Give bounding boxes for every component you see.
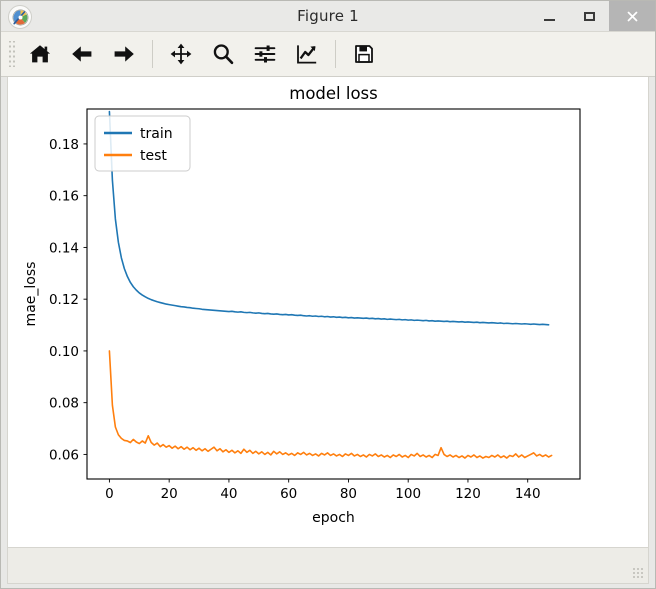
toolbar-drag-handle[interactable] bbox=[7, 41, 16, 67]
axis-editor-button[interactable] bbox=[286, 34, 328, 74]
matplotlib-logo-icon bbox=[8, 5, 32, 29]
y-tick-label: 0.10 bbox=[49, 344, 79, 360]
x-tick-label: 20 bbox=[161, 486, 178, 502]
navigation-toolbar bbox=[1, 31, 655, 77]
window-titlebar: Figure 1 bbox=[1, 1, 655, 31]
arrow-left-icon bbox=[72, 46, 92, 62]
model-loss-chart: 0 20 40 60 80 100 120 140 0.06 0.08 0.10 0.12 0.14 0.… bbox=[8, 77, 648, 547]
x-tick-label: 140 bbox=[515, 486, 541, 502]
x-tick-label: 40 bbox=[220, 486, 237, 502]
legend-label-train: train bbox=[140, 126, 173, 142]
back-button[interactable] bbox=[61, 34, 103, 74]
minimize-icon bbox=[543, 18, 555, 21]
x-tick-label: 100 bbox=[395, 486, 421, 502]
minimize-button[interactable] bbox=[529, 1, 569, 31]
magnifier-icon bbox=[213, 44, 234, 65]
toolbar-separator-2 bbox=[335, 40, 336, 68]
maximize-icon bbox=[583, 11, 595, 21]
chart-legend: train test bbox=[94, 115, 191, 172]
y-tick-label: 0.08 bbox=[49, 396, 79, 412]
maximize-button[interactable] bbox=[569, 1, 609, 31]
x-tick-label: 80 bbox=[340, 486, 357, 502]
save-button[interactable] bbox=[343, 34, 385, 74]
floppy-disk-icon bbox=[355, 45, 373, 63]
figure-window: Figure 1 0 20 40 60 80 100 120 140 0.06 … bbox=[0, 0, 656, 589]
line-chart-icon bbox=[297, 45, 317, 64]
y-tick-label: 0.14 bbox=[49, 240, 79, 256]
subplots-button[interactable] bbox=[244, 34, 286, 74]
y-axis-label: mae_loss bbox=[23, 262, 39, 327]
window-controls bbox=[529, 1, 655, 31]
sliders-icon bbox=[254, 45, 276, 63]
legend-label-test: test bbox=[140, 148, 167, 164]
move-arrows-icon bbox=[170, 43, 192, 65]
x-tick-label: 0 bbox=[105, 486, 114, 502]
y-tick-label: 0.18 bbox=[49, 137, 79, 153]
home-button[interactable] bbox=[19, 34, 61, 74]
home-icon bbox=[29, 45, 51, 63]
pan-button[interactable] bbox=[160, 34, 202, 74]
toolbar-separator-1 bbox=[152, 40, 153, 68]
y-tick-label: 0.16 bbox=[49, 189, 79, 205]
arrow-right-icon bbox=[114, 46, 134, 62]
resize-grip[interactable] bbox=[632, 567, 645, 580]
forward-button[interactable] bbox=[103, 34, 145, 74]
x-tick-label: 60 bbox=[280, 486, 297, 502]
chart-title: model loss bbox=[289, 84, 378, 103]
y-tick-label: 0.06 bbox=[49, 447, 79, 463]
figure-canvas-area[interactable]: 0 20 40 60 80 100 120 140 0.06 0.08 0.10 0.12 0.14 0.… bbox=[7, 77, 649, 548]
y-tick-label: 0.12 bbox=[49, 292, 79, 308]
x-axis-label: epoch bbox=[312, 510, 355, 526]
x-tick-label: 120 bbox=[455, 486, 481, 502]
status-bar bbox=[7, 548, 649, 584]
close-button[interactable] bbox=[609, 1, 655, 31]
close-icon bbox=[627, 11, 637, 21]
zoom-button[interactable] bbox=[202, 34, 244, 74]
